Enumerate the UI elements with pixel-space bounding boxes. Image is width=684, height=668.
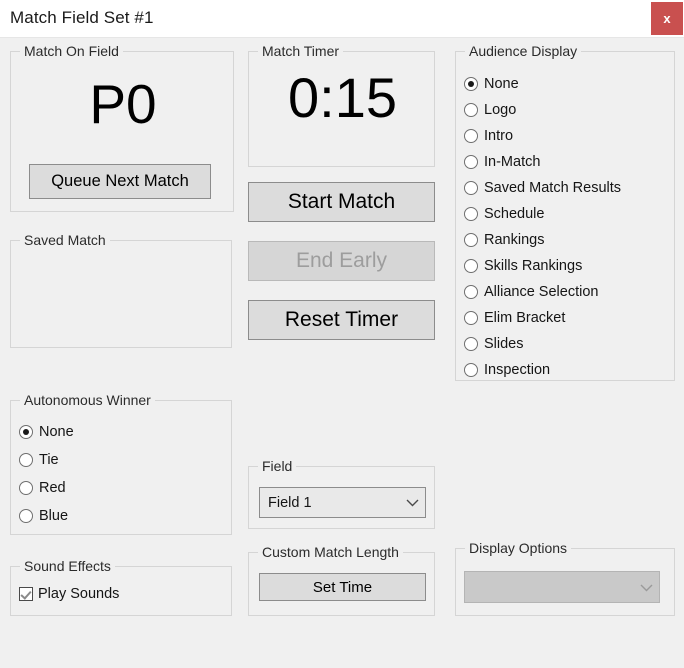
radio-audience-alliance-selection[interactable]: Alliance Selection [464,282,598,302]
audience-display-group: Audience Display None Logo Intro In-Matc… [455,43,675,381]
custom-match-length-group: Custom Match Length Set Time [248,544,435,616]
radio-autonomous-none[interactable]: None [19,422,74,442]
radio-audience-intro[interactable]: Intro [464,126,513,146]
radio-label: Red [39,479,66,496]
radio-indicator [464,77,478,91]
radio-audience-elim-bracket[interactable]: Elim Bracket [464,308,565,328]
match-timer-value: 0:15 [288,66,397,129]
radio-audience-none[interactable]: None [464,74,519,94]
match-timer-legend: Match Timer [258,43,344,59]
queue-next-match-button[interactable]: Queue Next Match [29,164,211,199]
match-on-field-value: P0 [89,73,157,135]
radio-indicator [464,233,478,247]
radio-label: Elim Bracket [484,309,566,326]
radio-indicator [464,129,478,143]
radio-label: None [484,75,519,92]
saved-match-group: Saved Match [10,232,232,348]
radio-label: Rankings [484,231,545,248]
radio-audience-slides[interactable]: Slides [464,334,524,354]
audience-display-legend: Audience Display [465,43,582,59]
start-match-button[interactable]: Start Match [248,182,435,222]
radio-label: Slides [484,335,524,352]
radio-audience-schedule[interactable]: Schedule [464,204,544,224]
custom-match-length-legend: Custom Match Length [258,544,403,560]
radio-audience-inspection[interactable]: Inspection [464,360,550,380]
radio-indicator [464,337,478,351]
chevron-down-icon [633,581,659,594]
radio-label: Intro [484,127,514,144]
radio-label: Blue [39,507,69,524]
field-select-value: Field 1 [268,494,312,511]
radio-label: Tie [39,451,59,468]
checkbox-indicator [19,587,33,601]
radio-autonomous-tie[interactable]: Tie [19,450,59,470]
display-options-group: Display Options [455,540,675,616]
match-on-field-group: Match On Field P0 Queue Next Match [10,43,234,212]
reset-timer-button[interactable]: Reset Timer [248,300,435,340]
radio-indicator [464,103,478,117]
radio-audience-rankings[interactable]: Rankings [464,230,544,250]
saved-match-legend: Saved Match [20,232,110,248]
chevron-down-icon [399,496,425,509]
set-time-button[interactable]: Set Time [259,573,426,601]
match-on-field-legend: Match On Field [20,43,123,59]
radio-audience-skills-rankings[interactable]: Skills Rankings [464,256,582,276]
radio-label: Saved Match Results [484,179,622,196]
radio-label: None [39,423,74,440]
radio-audience-in-match[interactable]: In-Match [464,152,540,172]
radio-autonomous-red[interactable]: Red [19,478,66,498]
radio-label: Schedule [484,205,545,222]
close-button[interactable]: x [651,2,683,35]
end-early-button: End Early [248,241,435,281]
sound-effects-legend: Sound Effects [20,558,115,574]
field-legend: Field [258,458,297,474]
checkbox-play-sounds[interactable]: Play Sounds [19,584,119,604]
radio-label: In-Match [484,153,541,170]
checkbox-label: Play Sounds [38,585,120,602]
radio-label: Skills Rankings [484,257,583,274]
radio-indicator [19,509,33,523]
match-timer-group: Match Timer 0:15 [248,43,435,167]
radio-indicator [464,181,478,195]
radio-indicator [464,259,478,273]
autonomous-winner-group: Autonomous Winner None Tie Red Blue [10,392,232,535]
radio-label: Inspection [484,361,551,378]
autonomous-winner-legend: Autonomous Winner [20,392,155,408]
radio-indicator [464,285,478,299]
radio-label: Alliance Selection [484,283,599,300]
radio-indicator [19,425,33,439]
radio-autonomous-blue[interactable]: Blue [19,506,68,526]
radio-indicator [19,481,33,495]
field-select[interactable]: Field 1 [259,487,426,518]
radio-audience-logo[interactable]: Logo [464,100,516,120]
window-titlebar: Match Field Set #1 x [0,0,684,38]
field-group: Field Field 1 [248,458,435,529]
radio-indicator [464,363,478,377]
radio-label: Logo [484,101,517,118]
window-title: Match Field Set #1 [10,8,154,27]
display-options-legend: Display Options [465,540,572,556]
radio-indicator [19,453,33,467]
sound-effects-group: Sound Effects Play Sounds [10,558,232,616]
radio-audience-saved-match-results[interactable]: Saved Match Results [464,178,621,198]
radio-indicator [464,155,478,169]
display-options-select [464,571,660,603]
radio-indicator [464,311,478,325]
radio-indicator [464,207,478,221]
